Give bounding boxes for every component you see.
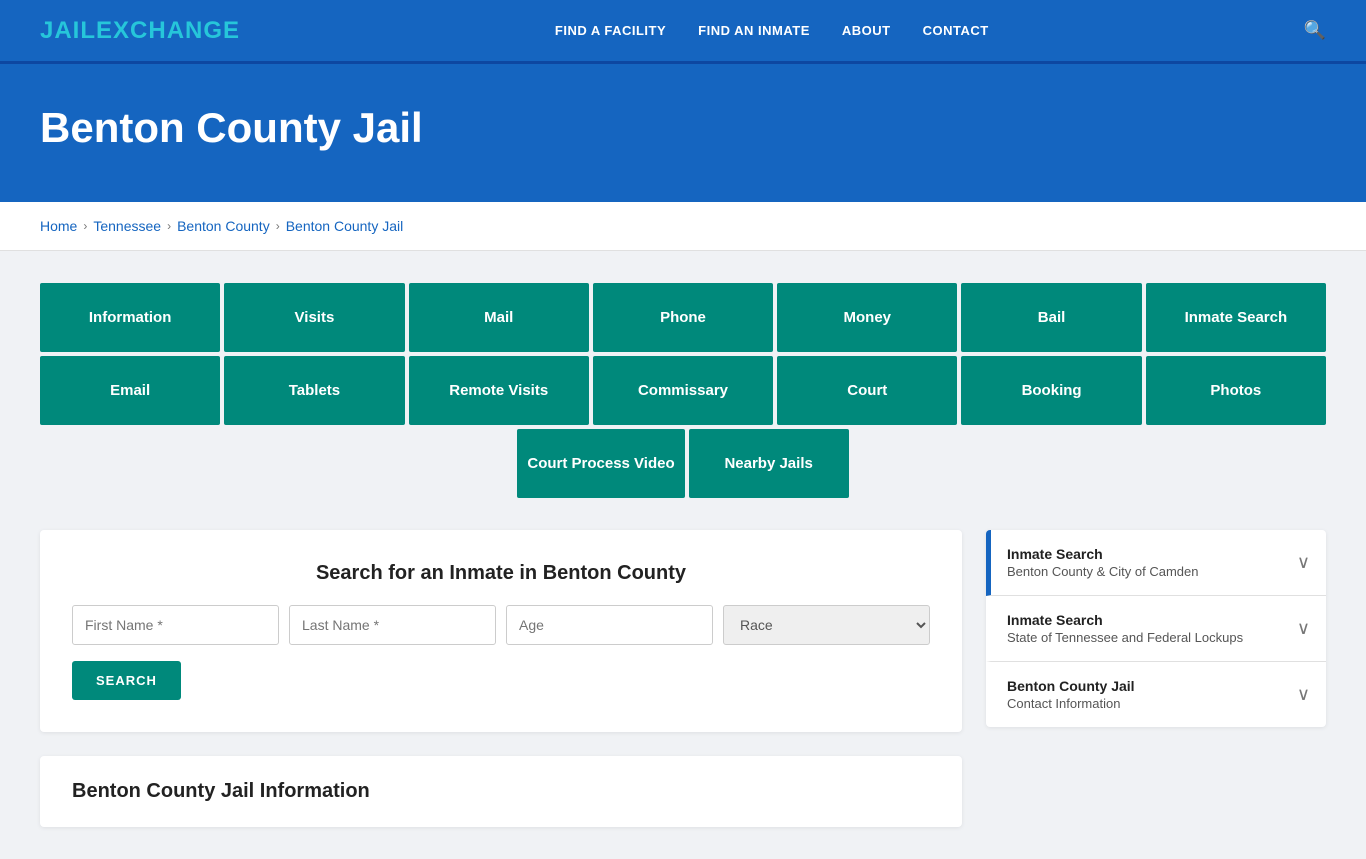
sidebar-inmate-search-benton-subtitle: Benton County & City of Camden	[1007, 564, 1199, 579]
btn-tablets[interactable]: Tablets	[224, 356, 404, 425]
search-title: Search for an Inmate in Benton County	[72, 562, 930, 585]
btn-money[interactable]: Money	[777, 283, 957, 352]
breadcrumb-separator: ›	[276, 219, 280, 233]
two-col-layout: Search for an Inmate in Benton County Ra…	[40, 530, 1326, 827]
btn-mail[interactable]: Mail	[409, 283, 589, 352]
sidebar-contact-info-subtitle: Contact Information	[1007, 696, 1135, 711]
chevron-down-icon: ∨	[1297, 684, 1310, 705]
sidebar-inmate-search-tennessee-title: Inmate Search	[1007, 612, 1243, 628]
btn-nearby-jails[interactable]: Nearby Jails	[689, 429, 849, 498]
search-card: Search for an Inmate in Benton County Ra…	[40, 530, 962, 732]
right-column: Inmate Search Benton County & City of Cam…	[986, 530, 1326, 827]
left-column: Search for an Inmate in Benton County Ra…	[40, 530, 962, 827]
page-title: Benton County Jail	[40, 104, 1326, 152]
search-icon[interactable]: 🔍	[1304, 20, 1326, 41]
btn-commissary[interactable]: Commissary	[593, 356, 773, 425]
breadcrumb-home[interactable]: Home	[40, 218, 77, 234]
btn-email[interactable]: Email	[40, 356, 220, 425]
sidebar-inmate-search-tennessee[interactable]: Inmate Search State of Tennessee and Fede…	[986, 596, 1326, 662]
last-name-input[interactable]	[289, 605, 496, 645]
search-fields: RaceWhiteBlackHispanicAsianOther	[72, 605, 930, 645]
search-button[interactable]: SEARCH	[72, 661, 181, 700]
chevron-down-icon: ∨	[1297, 552, 1310, 573]
contact-link[interactable]: CONTACT	[923, 23, 989, 38]
sidebar-inmate-search-tennessee-subtitle: State of Tennessee and Federal Lockups	[1007, 630, 1243, 645]
sidebar-contact-info[interactable]: Benton County Jail Contact Information ∨	[986, 662, 1326, 727]
breadcrumb-separator: ›	[167, 219, 171, 233]
btn-remote-visits[interactable]: Remote Visits	[409, 356, 589, 425]
breadcrumb-separator: ›	[83, 219, 87, 233]
sidebar-inmate-search-benton[interactable]: Inmate Search Benton County & City of Cam…	[986, 530, 1326, 596]
btn-bail[interactable]: Bail	[961, 283, 1141, 352]
sidebar-inmate-search-benton-title: Inmate Search	[1007, 546, 1199, 562]
breadcrumb-tennessee[interactable]: Tennessee	[93, 218, 161, 234]
btn-court[interactable]: Court	[777, 356, 957, 425]
sidebar-card: Inmate Search Benton County & City of Cam…	[986, 530, 1326, 727]
info-card: Benton County Jail Information	[40, 756, 962, 827]
find-facility-link[interactable]: FIND A FACILITY	[555, 23, 666, 38]
btn-booking[interactable]: Booking	[961, 356, 1141, 425]
first-name-input[interactable]	[72, 605, 279, 645]
button-grid-row1: InformationVisitsMailPhoneMoneyBailInmat…	[40, 283, 1326, 352]
site-logo[interactable]: JAILEXCHANGE	[40, 17, 240, 45]
button-grid-row2: EmailTabletsRemote VisitsCommissaryCourt…	[40, 356, 1326, 425]
nav-links: FIND A FACILITY FIND AN INMATE ABOUT CONTAC…	[555, 23, 989, 38]
btn-photos[interactable]: Photos	[1146, 356, 1326, 425]
race-select[interactable]: RaceWhiteBlackHispanicAsianOther	[723, 605, 930, 645]
btn-information[interactable]: Information	[40, 283, 220, 352]
chevron-down-icon: ∨	[1297, 618, 1310, 639]
age-input[interactable]	[506, 605, 713, 645]
hero-section: Benton County Jail	[0, 64, 1366, 202]
logo-jail: JAIL	[40, 17, 96, 44]
btn-inmate-search[interactable]: Inmate Search	[1146, 283, 1326, 352]
about-link[interactable]: ABOUT	[842, 23, 891, 38]
breadcrumb-benton-jail[interactable]: Benton County Jail	[286, 218, 404, 234]
button-grid-row3: Court Process VideoNearby Jails	[40, 429, 1326, 498]
breadcrumb: Home › Tennessee › Benton County › Benton Coun…	[40, 218, 1326, 234]
btn-phone[interactable]: Phone	[593, 283, 773, 352]
navbar: JAILEXCHANGE FIND A FACILITY FIND AN INMA…	[0, 0, 1366, 64]
logo-exchange: EXCHANGE	[96, 17, 240, 44]
btn-court-process-video[interactable]: Court Process Video	[517, 429, 684, 498]
info-title: Benton County Jail Information	[72, 780, 930, 803]
btn-visits[interactable]: Visits	[224, 283, 404, 352]
breadcrumb-benton-county[interactable]: Benton County	[177, 218, 270, 234]
find-inmate-link[interactable]: FIND AN INMATE	[698, 23, 810, 38]
breadcrumb-bar: Home › Tennessee › Benton County › Benton Coun…	[0, 202, 1366, 251]
sidebar-contact-info-title: Benton County Jail	[1007, 678, 1135, 694]
